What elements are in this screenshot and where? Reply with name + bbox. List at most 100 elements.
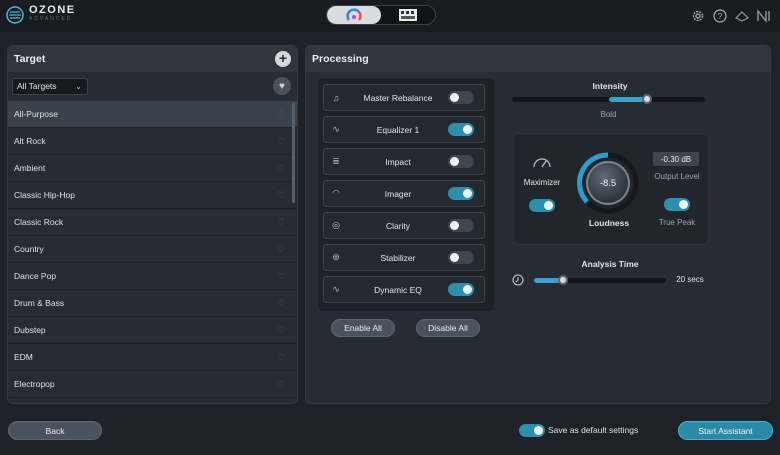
favorites-filter-button[interactable]: ♥ — [273, 77, 291, 95]
mixer-mode-button[interactable] — [381, 6, 435, 24]
target-list-item[interactable]: Country ♡ — [8, 236, 297, 263]
target-list-item[interactable]: Classic Hip-Hop ♡ — [8, 182, 297, 209]
analysis-time-label: Analysis Time — [581, 259, 639, 269]
dynamic-eq-icon: ∿ — [332, 284, 340, 294]
module-toggle[interactable] — [448, 283, 474, 296]
favorite-heart-icon[interactable]: ♡ — [277, 109, 285, 120]
app-title: OZONE — [29, 4, 76, 16]
maximizer-toggle[interactable] — [529, 199, 555, 212]
target-list-item[interactable]: Electropop ♡ — [8, 371, 297, 398]
start-assistant-button[interactable]: Start Assistant — [678, 421, 773, 440]
favorite-heart-icon[interactable]: ♡ — [277, 244, 285, 255]
target-item-label: Drum & Bass — [14, 298, 65, 308]
module-row[interactable]: ♫ Master Rebalance — [323, 84, 485, 111]
module-row[interactable]: ◎ Clarity — [323, 212, 485, 239]
intensity-label: Intensity — [592, 81, 628, 91]
module-row[interactable]: ∿ Dynamic EQ — [323, 276, 485, 303]
app-subtitle: ADVANCED — [29, 16, 73, 22]
module-toggle[interactable] — [448, 187, 474, 200]
chevron-down-icon: ⌄ — [75, 81, 82, 91]
impact-icon: ≣ — [332, 156, 340, 166]
target-list-item[interactable]: Dance Pop ♡ — [8, 263, 297, 290]
favorite-heart-icon[interactable]: ♡ — [277, 163, 285, 174]
target-list-scrollbar[interactable] — [292, 103, 295, 203]
target-filter-value: All Targets — [17, 81, 57, 91]
target-list-item[interactable]: Ambient ♡ — [8, 155, 297, 182]
target-list-item[interactable]: Alt Rock ♡ — [8, 128, 297, 155]
target-list-item[interactable]: EDM ♡ — [8, 344, 297, 371]
processing-panel: Processing ♫ Master Rebalance ∿ Equalizer 1… — [305, 45, 771, 404]
target-list-item[interactable]: Dubstep ♡ — [8, 317, 297, 344]
module-list: ♫ Master Rebalance ∿ Equalizer 1 ≣ Impact ◠ Ima… — [318, 79, 494, 311]
true-peak-toggle[interactable] — [664, 198, 690, 211]
maximizer-section: Maximizer -8.5 Loudness -0.30 dB Output … — [513, 133, 709, 245]
svg-text:?: ? — [718, 12, 723, 21]
module-row[interactable]: ≣ Impact — [323, 148, 485, 175]
favorite-heart-icon[interactable]: ♡ — [277, 190, 285, 201]
slider-knob[interactable] — [558, 275, 569, 285]
save-default-toggle[interactable] — [519, 424, 545, 437]
target-item-label: Dance Pop — [14, 271, 57, 281]
output-level-label: Output Level — [654, 172, 700, 181]
top-bar: OZONE ADVANCED ? — [0, 0, 780, 32]
settings-icon[interactable] — [690, 8, 706, 24]
izotope-icon[interactable] — [734, 8, 750, 24]
favorite-heart-icon[interactable]: ♡ — [277, 325, 285, 336]
target-item-label: All-Purpose — [14, 109, 58, 119]
heart-icon: ♥ — [279, 80, 285, 92]
processing-title: Processing — [312, 53, 369, 65]
app-logo: OZONE ADVANCED — [6, 4, 76, 24]
disable-all-button[interactable]: Disable All — [416, 319, 480, 337]
equalizer-icon: ∿ — [332, 124, 340, 134]
output-level-field[interactable]: -0.30 dB — [653, 152, 699, 166]
true-peak-label: True Peak — [658, 218, 696, 227]
module-row[interactable]: ⊛ Stabilizer — [323, 244, 485, 271]
favorite-heart-icon[interactable]: ♡ — [277, 271, 285, 282]
assistant-mode-button[interactable] — [327, 6, 381, 24]
target-list-item[interactable]: Classic Rock ♡ — [8, 209, 297, 236]
master-rebalance-icon: ♫ — [332, 92, 340, 103]
back-button[interactable]: Back — [8, 421, 102, 440]
target-item-label: Classic Rock — [14, 217, 64, 227]
maximizer-label: Maximizer — [523, 178, 561, 187]
module-row[interactable]: ◠ Imager — [323, 180, 485, 207]
target-list-item[interactable]: All-Purpose ♡ — [8, 101, 297, 128]
module-toggle[interactable] — [448, 123, 474, 136]
add-target-button[interactable]: + — [275, 51, 291, 67]
loudness-knob[interactable]: -8.5 — [577, 152, 639, 214]
analysis-time-slider[interactable] — [534, 275, 666, 285]
processing-header: Processing — [306, 46, 770, 72]
favorite-heart-icon[interactable]: ♡ — [277, 217, 285, 228]
module-toggle[interactable] — [448, 155, 474, 168]
native-instruments-icon[interactable] — [756, 8, 772, 24]
ozone-logo-icon — [6, 6, 24, 24]
module-toggle[interactable] — [448, 91, 474, 104]
target-header: Target — [8, 46, 297, 72]
favorite-heart-icon[interactable]: ♡ — [277, 379, 285, 390]
slider-knob[interactable] — [642, 94, 653, 104]
enable-all-button[interactable]: Enable All — [331, 319, 395, 337]
favorite-heart-icon[interactable]: ♡ — [277, 136, 285, 147]
clock-icon — [512, 274, 524, 286]
module-name: Stabilizer — [380, 252, 416, 263]
target-title: Target — [14, 53, 46, 65]
module-name: Equalizer 1 — [376, 124, 420, 135]
module-row[interactable]: ∿ Equalizer 1 — [323, 116, 485, 143]
target-filter-select[interactable]: All Targets ⌄ — [12, 77, 88, 95]
module-name: Dynamic EQ — [374, 284, 422, 295]
help-icon[interactable]: ? — [712, 8, 728, 24]
mode-switch[interactable] — [326, 5, 436, 25]
module-name: Imager — [384, 188, 412, 199]
intensity-slider[interactable] — [512, 94, 705, 104]
target-item-label: Country — [14, 244, 44, 254]
assistant-icon — [346, 8, 362, 21]
favorite-heart-icon[interactable]: ♡ — [277, 352, 285, 363]
target-item-label: EDM — [14, 352, 33, 362]
target-panel: Target + All Targets ⌄ ♥ All-Purpose ♡ Alt… — [7, 45, 298, 404]
target-list-item[interactable]: Drum & Bass ♡ — [8, 290, 297, 317]
target-item-label: Ambient — [14, 163, 46, 173]
module-toggle[interactable] — [448, 251, 474, 264]
clarity-icon: ◎ — [332, 220, 340, 230]
favorite-heart-icon[interactable]: ♡ — [277, 298, 285, 309]
module-toggle[interactable] — [448, 219, 474, 232]
